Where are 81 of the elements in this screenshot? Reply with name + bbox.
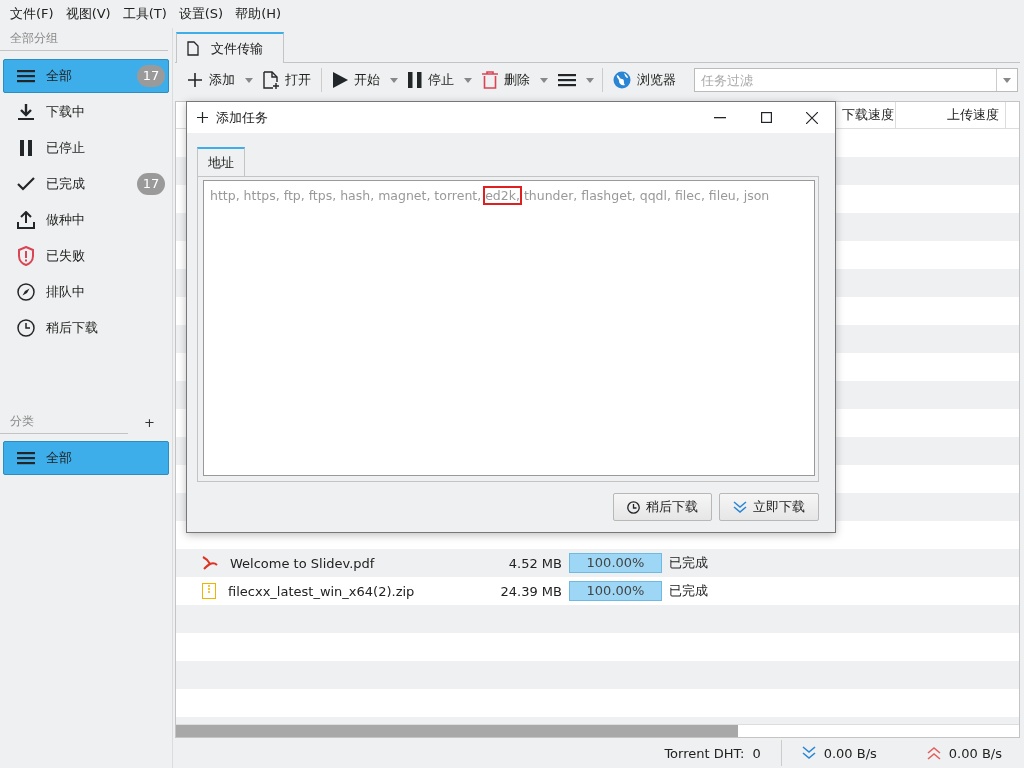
tab[interactable]: 文件传输 (176, 32, 284, 63)
maximize-icon (760, 112, 772, 123)
menu-item[interactable]: 视图(V) (59, 5, 117, 23)
double-chevron-down-icon (733, 500, 747, 514)
pause-icon (408, 72, 422, 88)
upload-icon (17, 211, 35, 229)
sidebar-item[interactable]: 做种中 (3, 203, 169, 237)
toolbar-button[interactable]: 添加 (181, 66, 241, 94)
shield-icon (17, 246, 35, 266)
menu-icon (17, 69, 35, 83)
caret-icon (586, 77, 594, 83)
file-icon (187, 41, 199, 56)
compass-icon (17, 283, 35, 301)
file-plus-icon (263, 71, 279, 89)
caret-icon (540, 77, 548, 83)
sidebar-item[interactable]: 全部 (3, 441, 169, 475)
pause-icon (19, 140, 33, 156)
sidebar-item[interactable]: 稍后下载 (3, 311, 169, 345)
plus-icon (197, 112, 208, 123)
filter-input[interactable]: 任务过滤 (695, 72, 996, 88)
caret-icon (390, 77, 398, 83)
dht-label: Torrent DHT: (664, 745, 745, 761)
progress-bar: 100.00% (569, 553, 662, 573)
scrollbar-thumb[interactable] (176, 725, 738, 737)
menu-icon (558, 73, 576, 87)
toolbar-button[interactable]: 开始 (326, 66, 386, 94)
caret-icon (245, 77, 253, 83)
toolbar-button[interactable]: 删除 (476, 66, 536, 94)
minimize-icon (714, 116, 726, 119)
clock-icon (17, 319, 35, 337)
zip-file-icon (202, 583, 216, 599)
play-icon (332, 72, 348, 88)
add-category-button[interactable]: + (144, 414, 155, 430)
sidebar-item[interactable]: 排队中 (3, 275, 169, 309)
globe-icon (613, 71, 631, 89)
clock-icon (627, 500, 640, 514)
file-size: 24.39 MB (499, 583, 563, 599)
upload-speed: 0.00 B/s (948, 745, 1002, 761)
download-speed: 0.00 B/s (823, 745, 877, 761)
plus-icon (187, 72, 203, 88)
upload-speed-icon (926, 746, 941, 760)
download-speed-icon (801, 746, 816, 760)
tab[interactable]: 地址 (197, 147, 245, 177)
placeholder-text: http, https, ftp, ftps, hash, magnet, torrent, ed2k, thunder, flashget, qqdl, filec, fileu, json (210, 188, 770, 203)
check-icon (17, 177, 35, 191)
toolbar-button[interactable]: 停止 (402, 66, 460, 94)
menu-item[interactable]: 文件(F) (4, 5, 60, 23)
file-size: 4.52 MB (507, 555, 563, 571)
section-title: 全部分组 (0, 28, 168, 51)
caret-icon (464, 77, 472, 83)
status-text: 已完成 (669, 582, 708, 600)
highlight-box: ed2k, (485, 188, 520, 203)
dialog-button[interactable]: 立即下载 (719, 493, 819, 521)
menu-item[interactable]: 帮助(H) (229, 5, 288, 23)
sidebar-item[interactable]: 已停止 (3, 131, 169, 165)
status-text: 已完成 (669, 554, 708, 572)
download-icon (17, 103, 35, 121)
caret-icon (1003, 77, 1011, 83)
section-title: 分类 (0, 410, 128, 434)
count-badge: 17 (137, 65, 165, 87)
close-icon (806, 111, 818, 124)
trash-icon (482, 71, 498, 89)
file-name: filecxx_latest_win_x64(2).zip (228, 583, 415, 599)
toolbar-button[interactable]: 浏览器 (607, 66, 682, 94)
sidebar-item[interactable]: 已失败 (3, 239, 169, 273)
sidebar-item[interactable]: 已完成 17 (3, 167, 169, 201)
column-header[interactable]: 上传速度 (896, 102, 1006, 128)
dialog-button[interactable]: 稍后下载 (613, 493, 712, 521)
dht-count: 0 (752, 745, 761, 761)
menu-item[interactable]: 工具(T) (116, 5, 173, 23)
menu-item[interactable]: 设置(S) (172, 5, 230, 23)
sidebar-item[interactable]: 下载中 (3, 95, 169, 129)
dialog-title: 添加任务 (216, 108, 269, 127)
file-name: Welcome to Slidev.pdf (230, 555, 375, 571)
count-badge: 17 (137, 173, 165, 195)
sidebar-item[interactable]: 全部 17 (3, 59, 169, 93)
toolbar-button[interactable]: 打开 (257, 66, 317, 94)
progress-bar: 100.00% (569, 581, 662, 601)
menu-icon (17, 451, 35, 465)
pdf-file-icon (202, 556, 218, 570)
filter-field[interactable]: 任务过滤 (694, 68, 1018, 92)
